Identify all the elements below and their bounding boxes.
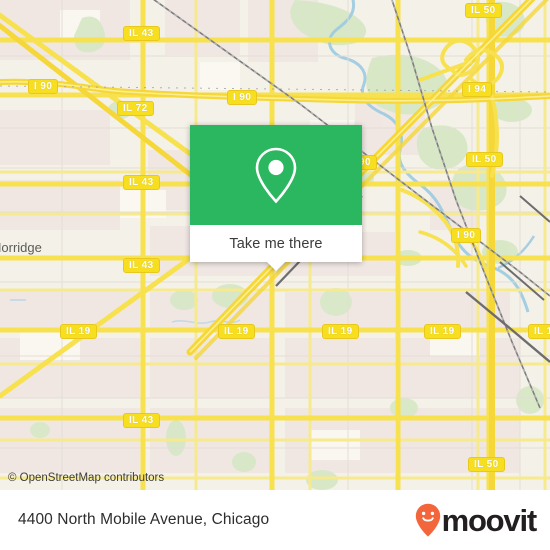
shield-il-43-mid[interactable]: IL 43 xyxy=(123,175,160,190)
openstreetmap-attribution[interactable]: © OpenStreetMap contributors xyxy=(8,472,164,484)
moovit-smiley-pin-icon xyxy=(415,503,440,537)
shield-il-50-mid[interactable]: IL 50 xyxy=(466,152,503,167)
shield-il-43-low[interactable]: IL 43 xyxy=(123,258,160,273)
shield-i-94-right[interactable]: I 94 xyxy=(462,82,493,97)
map-canvas[interactable]: Norridge IL 43 IL 50 I 90 IL 72 I 90 I 9… xyxy=(0,0,550,490)
shield-il-72[interactable]: IL 72 xyxy=(117,101,154,116)
moovit-wordmark: moovit xyxy=(441,502,538,538)
shield-i-90-mid[interactable]: I 90 xyxy=(227,90,258,105)
shield-il-19-a[interactable]: IL 19 xyxy=(60,324,97,339)
shield-il-19-b[interactable]: IL 19 xyxy=(218,324,255,339)
shield-i-90-lower[interactable]: I 90 xyxy=(451,228,482,243)
popup-image-placeholder xyxy=(190,125,362,225)
map-pin-icon xyxy=(255,147,297,204)
shield-il-1-edge[interactable]: IL 1 xyxy=(528,324,550,339)
shield-il-43-top[interactable]: IL 43 xyxy=(123,26,160,41)
shield-il-19-c[interactable]: IL 19 xyxy=(322,324,359,339)
shield-il-50-bottom[interactable]: IL 50 xyxy=(468,457,505,472)
map-screenshot-root: Norridge IL 43 IL 50 I 90 IL 72 I 90 I 9… xyxy=(0,0,550,550)
shield-i-90-left[interactable]: I 90 xyxy=(28,79,59,94)
shield-il-43-bottom[interactable]: IL 43 xyxy=(123,413,160,428)
bottom-info-bar: 4400 North Mobile Avenue, Chicago moovit xyxy=(0,490,550,550)
shield-il-50-top[interactable]: IL 50 xyxy=(465,3,502,18)
moovit-logo[interactable]: moovit xyxy=(415,502,538,538)
address-label: 4400 North Mobile Avenue, Chicago xyxy=(18,511,270,528)
popup-pointer-tail xyxy=(267,262,285,271)
location-popup-card[interactable]: Take me there xyxy=(190,125,362,271)
shield-il-19-d[interactable]: IL 19 xyxy=(424,324,461,339)
place-label-norridge: Norridge xyxy=(0,240,42,255)
take-me-there-label: Take me there xyxy=(229,235,323,252)
popup-footer[interactable]: Take me there xyxy=(190,225,362,271)
